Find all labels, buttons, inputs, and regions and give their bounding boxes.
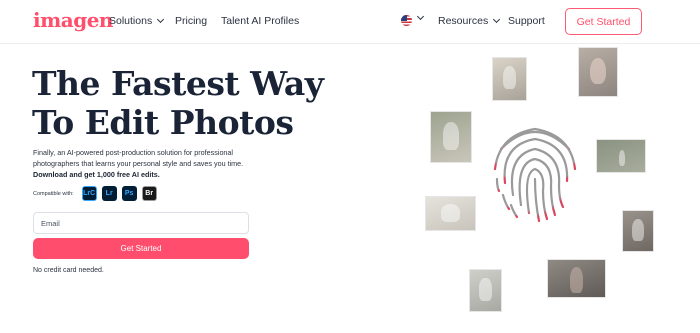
us-flag-icon[interactable] [401,15,412,26]
bridge-icon: Br [141,186,157,201]
chevron-down-icon [157,15,165,24]
chevron-down-icon[interactable] [416,12,425,21]
compatible-apps: Compatible with: LrC Lr Ps Br [33,186,157,201]
header-get-started-button[interactable]: Get Started [565,8,642,35]
nav-resources-label: Resources [438,15,489,27]
sample-photo [492,57,527,101]
imagen-logo[interactable]: imagen [33,8,113,32]
chevron-down-icon [493,15,501,24]
hero-title-line-1: The Fastest Way [32,64,324,103]
nav-pricing[interactable]: Pricing [175,15,207,27]
lightroom-icon: Lr [101,186,117,201]
nav-talent-ai-profiles[interactable]: Talent AI Profiles [221,15,299,27]
hero-get-started-button[interactable]: Get Started [33,238,249,259]
sample-photo [425,196,476,231]
nav-solutions[interactable]: Solutions [109,15,165,27]
hero-description-bold: Download and get 1,000 free AI edits. [33,170,160,179]
sample-photo [596,139,646,173]
nav-support[interactable]: Support [508,15,545,27]
sample-photo [622,210,654,252]
sample-photo [547,259,606,298]
sample-photo [430,111,472,163]
email-input[interactable] [33,212,249,234]
site-header: imagen Solutions Pricing Talent AI Profi… [0,0,700,44]
nav-pricing-label: Pricing [175,15,208,27]
nav-talent-label: Talent AI Profiles [221,15,300,27]
nav-solutions-label: Solutions [109,15,153,27]
lightroom-classic-icon: LrC [81,186,97,201]
sample-photo [469,269,502,312]
hero-title-line-2: To Edit Photos [32,103,294,142]
fingerprint-icon [493,127,577,223]
hero-description-text: Finally, an AI-powered post-production s… [33,148,244,168]
hero-description: Finally, an AI-powered post-production s… [33,147,278,180]
nav-support-label: Support [508,15,545,27]
no-credit-card-note: No credit card needed. [33,267,104,274]
hero-title: The Fastest Way To Edit Photos [32,64,332,142]
sample-photo [578,47,618,97]
photoshop-icon: Ps [121,186,137,201]
nav-resources[interactable]: Resources [438,15,501,27]
compatible-label: Compatible with: [33,190,74,197]
